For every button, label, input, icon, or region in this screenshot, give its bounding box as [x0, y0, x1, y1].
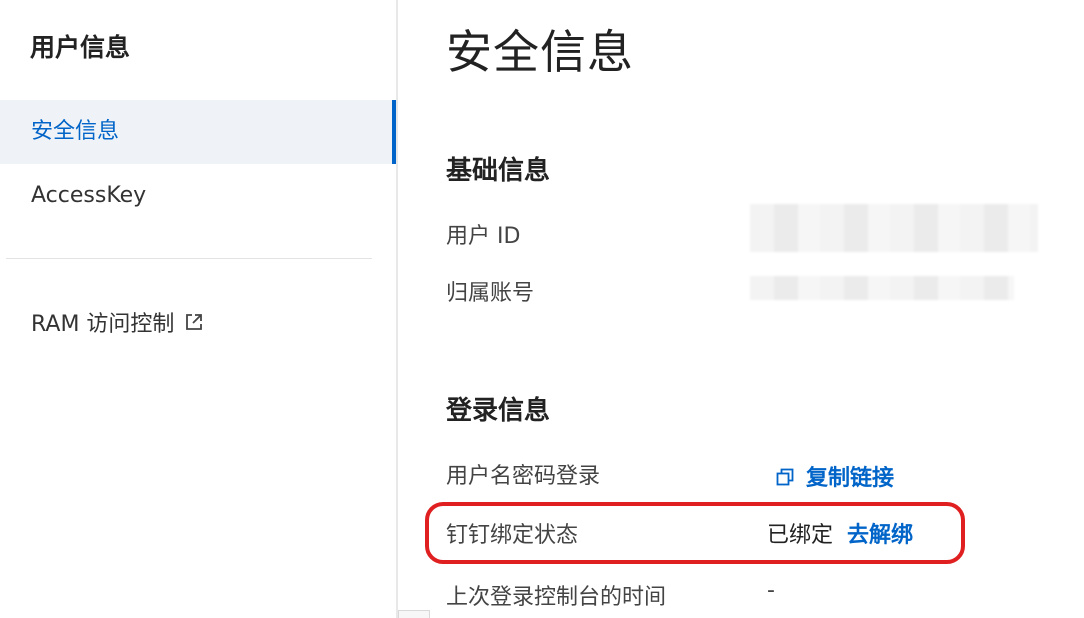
sidebar-item-accesskey[interactable]: AccessKey	[0, 164, 396, 228]
section-title-basic: 基础信息	[446, 156, 551, 186]
copy-link-label: 复制链接	[806, 466, 895, 491]
copy-link-button[interactable]: 复制链接	[776, 460, 894, 492]
scroll-handle[interactable]	[398, 610, 430, 618]
sidebar-title: 用户信息	[30, 33, 131, 62]
ram-access-control-link[interactable]: RAM 访问控制	[31, 306, 204, 338]
sidebar-item-security-info[interactable]: 安全信息	[0, 100, 396, 164]
external-link-icon	[184, 312, 204, 332]
password-login-label: 用户名密码登录	[446, 464, 601, 489]
sidebar-item-label: 安全信息	[31, 119, 120, 144]
highlight-annotation	[425, 502, 965, 564]
ram-link-label: RAM 访问控制	[31, 312, 175, 337]
sidebar-separator	[396, 0, 398, 618]
section-title-login: 登录信息	[446, 396, 551, 426]
page-title: 安全信息	[446, 25, 634, 79]
user-id-label: 用户 ID	[446, 224, 521, 249]
user-id-value-redacted	[750, 204, 1038, 252]
sidebar-divider	[6, 258, 372, 259]
app-root: 用户信息 安全信息 AccessKey RAM 访问控制 安全信息 基础信息 用…	[0, 0, 1084, 618]
account-value-redacted	[750, 276, 1014, 300]
last-login-value: -	[767, 578, 775, 603]
last-login-label: 上次登录控制台的时间	[446, 585, 667, 610]
sidebar: 用户信息 安全信息 AccessKey RAM 访问控制	[0, 0, 396, 618]
copy-icon	[776, 467, 794, 486]
sidebar-item-label: AccessKey	[31, 183, 147, 208]
account-label: 归属账号	[446, 281, 535, 306]
